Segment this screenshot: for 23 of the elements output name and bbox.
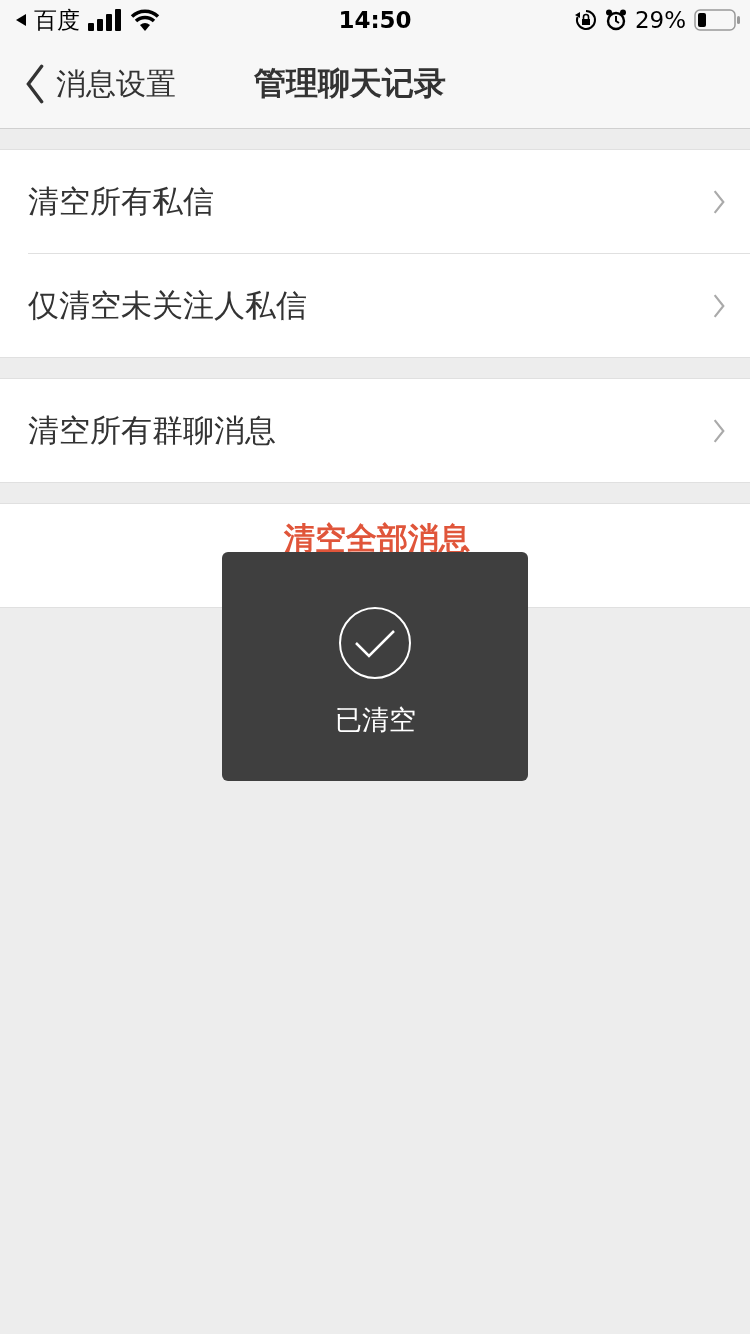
settings-row[interactable]: 清空所有群聊消息 <box>0 379 750 482</box>
row-label: 清空所有私信 <box>28 181 214 221</box>
checkmark-icon <box>338 606 412 680</box>
toast-message: 已清空 <box>334 703 416 737</box>
back-to-app-link[interactable]: 百度 <box>14 4 80 36</box>
signal-icon <box>88 9 122 31</box>
row-label: 清空所有群聊消息 <box>28 410 276 450</box>
page-title: 管理聊天记录 <box>254 63 446 104</box>
alarm-icon <box>604 9 627 31</box>
battery-percent: 29% <box>634 7 686 33</box>
chevron-right-icon <box>712 188 726 215</box>
battery-icon <box>694 9 740 31</box>
settings-row[interactable]: 清空所有私信 <box>0 150 750 253</box>
chevron-left-icon <box>24 64 46 104</box>
rotation-lock-icon <box>574 9 597 31</box>
status-time: 14:50 <box>337 7 413 33</box>
settings-row[interactable]: 仅清空未关注人私信 <box>0 254 750 357</box>
chevron-right-icon <box>712 417 726 444</box>
wifi-icon <box>130 9 160 31</box>
back-triangle-icon <box>14 13 28 27</box>
row-label: 仅清空未关注人私信 <box>28 285 307 325</box>
chevron-right-icon <box>712 292 726 319</box>
back-button[interactable]: 消息设置 <box>0 63 176 105</box>
